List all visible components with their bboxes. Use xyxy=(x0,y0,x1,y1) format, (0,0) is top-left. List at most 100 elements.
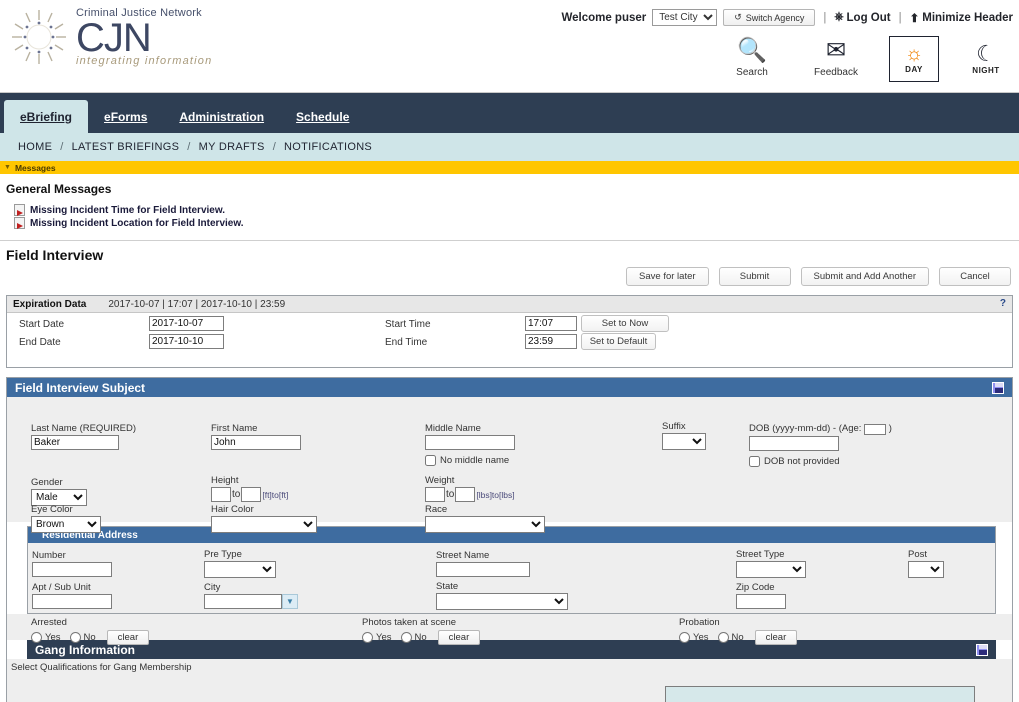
message-text: Missing Incident Location for Field Inte… xyxy=(30,217,244,229)
hair-color-select[interactable] xyxy=(211,516,317,533)
dob-not-provided-row[interactable]: DOB not provided xyxy=(749,456,892,467)
submit-and-add-another-button[interactable]: Submit and Add Another xyxy=(800,267,929,286)
nav-tab-eforms[interactable]: eForms xyxy=(88,100,163,133)
residential-address-panel: Residential Address Number Pre Type Stre… xyxy=(27,526,996,614)
save-icon[interactable] xyxy=(992,381,1004,394)
height-to-input[interactable] xyxy=(241,487,262,502)
search-button[interactable]: 🔍 Search xyxy=(721,36,783,78)
arrested-yes-label: Yes xyxy=(45,632,61,643)
photos-yes-label: Yes xyxy=(376,632,392,643)
apt-field: Apt / Sub Unit xyxy=(32,582,112,609)
start-date-input[interactable] xyxy=(149,316,224,331)
suffix-field: Suffix xyxy=(662,421,706,450)
breadcrumb-latest-briefings[interactable]: LATEST BRIEFINGS xyxy=(72,141,180,153)
power-icon: ⎈ xyxy=(834,11,844,23)
breadcrumb-my-drafts[interactable]: MY DRAFTS xyxy=(199,141,265,153)
apt-input[interactable] xyxy=(32,594,112,609)
arrested-label: Arrested xyxy=(31,617,67,628)
search-icon: 🔍 xyxy=(737,37,767,64)
help-icon[interactable]: ? xyxy=(1000,298,1006,309)
no-middle-name-checkbox[interactable] xyxy=(425,455,436,466)
weight-units-label: [lbs]to[lbs] xyxy=(476,489,515,500)
start-time-label: Start Time xyxy=(385,319,431,330)
gang-notes-textarea[interactable] xyxy=(665,686,975,702)
arrested-group: Arrested Yes No clear xyxy=(31,617,150,645)
number-input[interactable] xyxy=(32,562,112,577)
state-select[interactable] xyxy=(436,593,568,610)
breadcrumb-notifications[interactable]: NOTIFICATIONS xyxy=(284,141,372,153)
race-select[interactable] xyxy=(425,516,545,533)
post-select[interactable] xyxy=(908,561,944,578)
submit-button[interactable]: Submit xyxy=(718,267,791,286)
subject-title: Field Interview Subject xyxy=(15,380,146,395)
first-name-input[interactable] xyxy=(211,435,301,450)
nav-tab-administration[interactable]: Administration xyxy=(163,100,280,133)
save-for-later-button[interactable]: Save for later xyxy=(626,267,709,286)
height-label: Height xyxy=(211,475,239,486)
probation-no-radio[interactable] xyxy=(717,632,729,643)
sun-icon: ☼ xyxy=(904,43,924,65)
dob-input[interactable] xyxy=(749,436,839,451)
expiration-summary: 2017-10-07 | 17:07 | 2017-10-10 | 23:59 xyxy=(108,298,286,310)
day-mode-button[interactable]: ☼ DAY xyxy=(889,36,939,82)
end-date-input[interactable] xyxy=(149,334,224,349)
probation-yes-radio[interactable] xyxy=(679,632,690,643)
city-input[interactable] xyxy=(204,594,282,609)
dob-label: DOB (yyyy-mm-dd) - (Age: ) xyxy=(749,423,892,435)
agency-select[interactable]: Test City xyxy=(652,9,718,26)
zip-input[interactable] xyxy=(736,594,786,609)
brand-logo[interactable]: Criminal Justice Network CJN integrating… xyxy=(8,6,212,68)
gender-label: Gender xyxy=(31,477,63,488)
subject-body: Last Name (REQUIRED) First Name Middle N… xyxy=(7,397,1012,533)
weight-to-input[interactable] xyxy=(455,487,476,502)
message-item[interactable]: Missing Incident Location for Field Inte… xyxy=(14,217,1013,229)
save-icon[interactable] xyxy=(976,643,988,656)
weight-from-input[interactable] xyxy=(425,487,445,502)
divider: | xyxy=(823,11,827,24)
probation-clear-button[interactable]: clear xyxy=(754,630,798,645)
night-mode-button[interactable]: ☾ NIGHT xyxy=(961,36,1011,82)
city-field: City ▼ xyxy=(204,582,298,609)
arrested-clear-button[interactable]: clear xyxy=(106,630,150,645)
header-tools: 🔍 Search ✉ Feedback ☼ DAY ☾ NIGHT xyxy=(721,36,1011,82)
nav-tab-schedule[interactable]: Schedule xyxy=(280,100,365,133)
dob-not-provided-checkbox[interactable] xyxy=(749,456,760,467)
height-from-input[interactable] xyxy=(211,487,231,502)
pre-type-select[interactable] xyxy=(204,561,276,578)
set-to-now-button[interactable]: Set to Now xyxy=(581,315,669,332)
suffix-select[interactable] xyxy=(662,433,706,450)
eye-color-field: Eye Color Brown xyxy=(31,504,101,533)
street-name-input[interactable] xyxy=(436,562,530,577)
welcome-text: Welcome puser xyxy=(561,11,647,24)
no-middle-name-row[interactable]: No middle name xyxy=(425,455,515,466)
eye-color-select[interactable]: Brown xyxy=(31,516,101,533)
last-name-input[interactable] xyxy=(31,435,119,450)
end-time-input[interactable] xyxy=(525,334,577,349)
photos-yes-radio[interactable] xyxy=(362,632,373,643)
city-lookup-icon[interactable]: ▼ xyxy=(282,594,298,609)
photos-clear-button[interactable]: clear xyxy=(437,630,481,645)
minimize-header-button[interactable]: ⬆ Minimize Header xyxy=(910,11,1013,25)
switch-agency-button[interactable]: ↺ Switch Agency xyxy=(723,9,816,26)
breadcrumb-home[interactable]: HOME xyxy=(18,141,52,153)
street-type-select[interactable] xyxy=(736,561,806,578)
weight-to-label: to xyxy=(446,489,455,500)
photos-label: Photos taken at scene xyxy=(362,617,457,628)
end-time-label: End Time xyxy=(385,337,428,348)
breadcrumb: HOME / LATEST BRIEFINGS / MY DRAFTS / NO… xyxy=(0,133,1019,161)
set-to-default-button[interactable]: Set to Default xyxy=(581,333,656,350)
nav-tab-ebriefing[interactable]: eBriefing xyxy=(4,100,89,133)
messages-bar[interactable]: ▼ Messages xyxy=(0,161,1019,174)
arrested-no-radio[interactable] xyxy=(69,632,81,643)
street-name-label: Street Name xyxy=(436,550,490,561)
feedback-label: Feedback xyxy=(814,67,858,78)
feedback-button[interactable]: ✉ Feedback xyxy=(805,36,867,78)
middle-name-input[interactable] xyxy=(425,435,515,450)
photos-no-radio[interactable] xyxy=(400,632,412,643)
message-item[interactable]: Missing Incident Time for Field Intervie… xyxy=(14,204,1013,216)
cancel-button[interactable]: Cancel xyxy=(939,267,1011,286)
state-label: State xyxy=(436,581,459,592)
arrested-yes-radio[interactable] xyxy=(31,632,42,643)
start-time-input[interactable] xyxy=(525,316,577,331)
log-out-button[interactable]: ⎈ Log Out xyxy=(834,11,890,24)
